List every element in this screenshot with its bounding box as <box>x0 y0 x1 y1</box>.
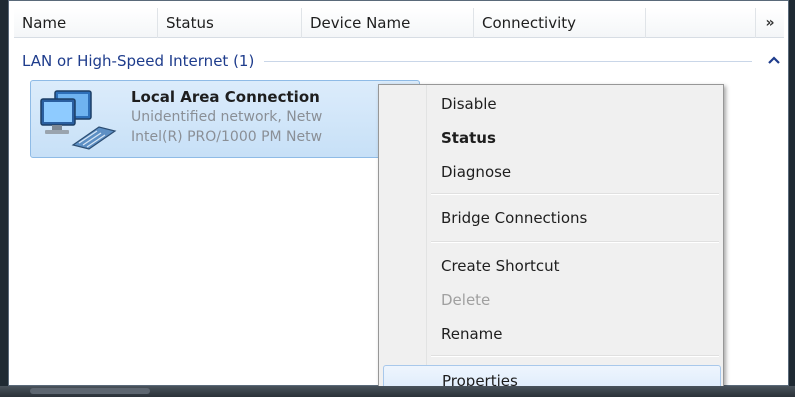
menu-separator <box>431 193 719 195</box>
column-name[interactable]: Name <box>14 8 158 38</box>
menu-item-status[interactable]: Status <box>383 123 721 153</box>
group-header[interactable]: LAN or High-Speed Internet (1) <box>22 50 782 72</box>
column-status[interactable]: Status <box>158 8 302 38</box>
context-menu: Disable Status Diagnose Bridge Connectio… <box>378 84 724 397</box>
menu-separator <box>431 241 719 243</box>
more-columns-button[interactable]: » <box>756 8 784 38</box>
group-divider <box>264 60 752 62</box>
menu-item-diagnose[interactable]: Diagnose <box>383 157 721 187</box>
menu-item-rename[interactable]: Rename <box>383 319 721 349</box>
network-adapter-icon <box>37 85 121 153</box>
taskbar-strip <box>0 386 795 397</box>
column-blank <box>646 8 756 38</box>
menu-item-delete: Delete <box>441 291 491 309</box>
chevron-up-icon[interactable] <box>766 55 782 68</box>
group-label: LAN or High-Speed Internet (1) <box>22 52 255 70</box>
column-header: Name Status Device Name Connectivity » <box>14 8 784 38</box>
menu-item-disable[interactable]: Disable <box>383 89 721 119</box>
column-device-name[interactable]: Device Name <box>302 8 474 38</box>
column-connectivity[interactable]: Connectivity <box>474 8 646 38</box>
local-area-connection-item[interactable]: Local Area Connection Unidentified netwo… <box>30 80 420 158</box>
taskbar-text <box>30 388 150 394</box>
menu-separator <box>431 355 719 357</box>
menu-item-create-shortcut[interactable]: Create Shortcut <box>383 251 721 281</box>
menu-item-bridge-connections[interactable]: Bridge Connections <box>383 203 721 233</box>
